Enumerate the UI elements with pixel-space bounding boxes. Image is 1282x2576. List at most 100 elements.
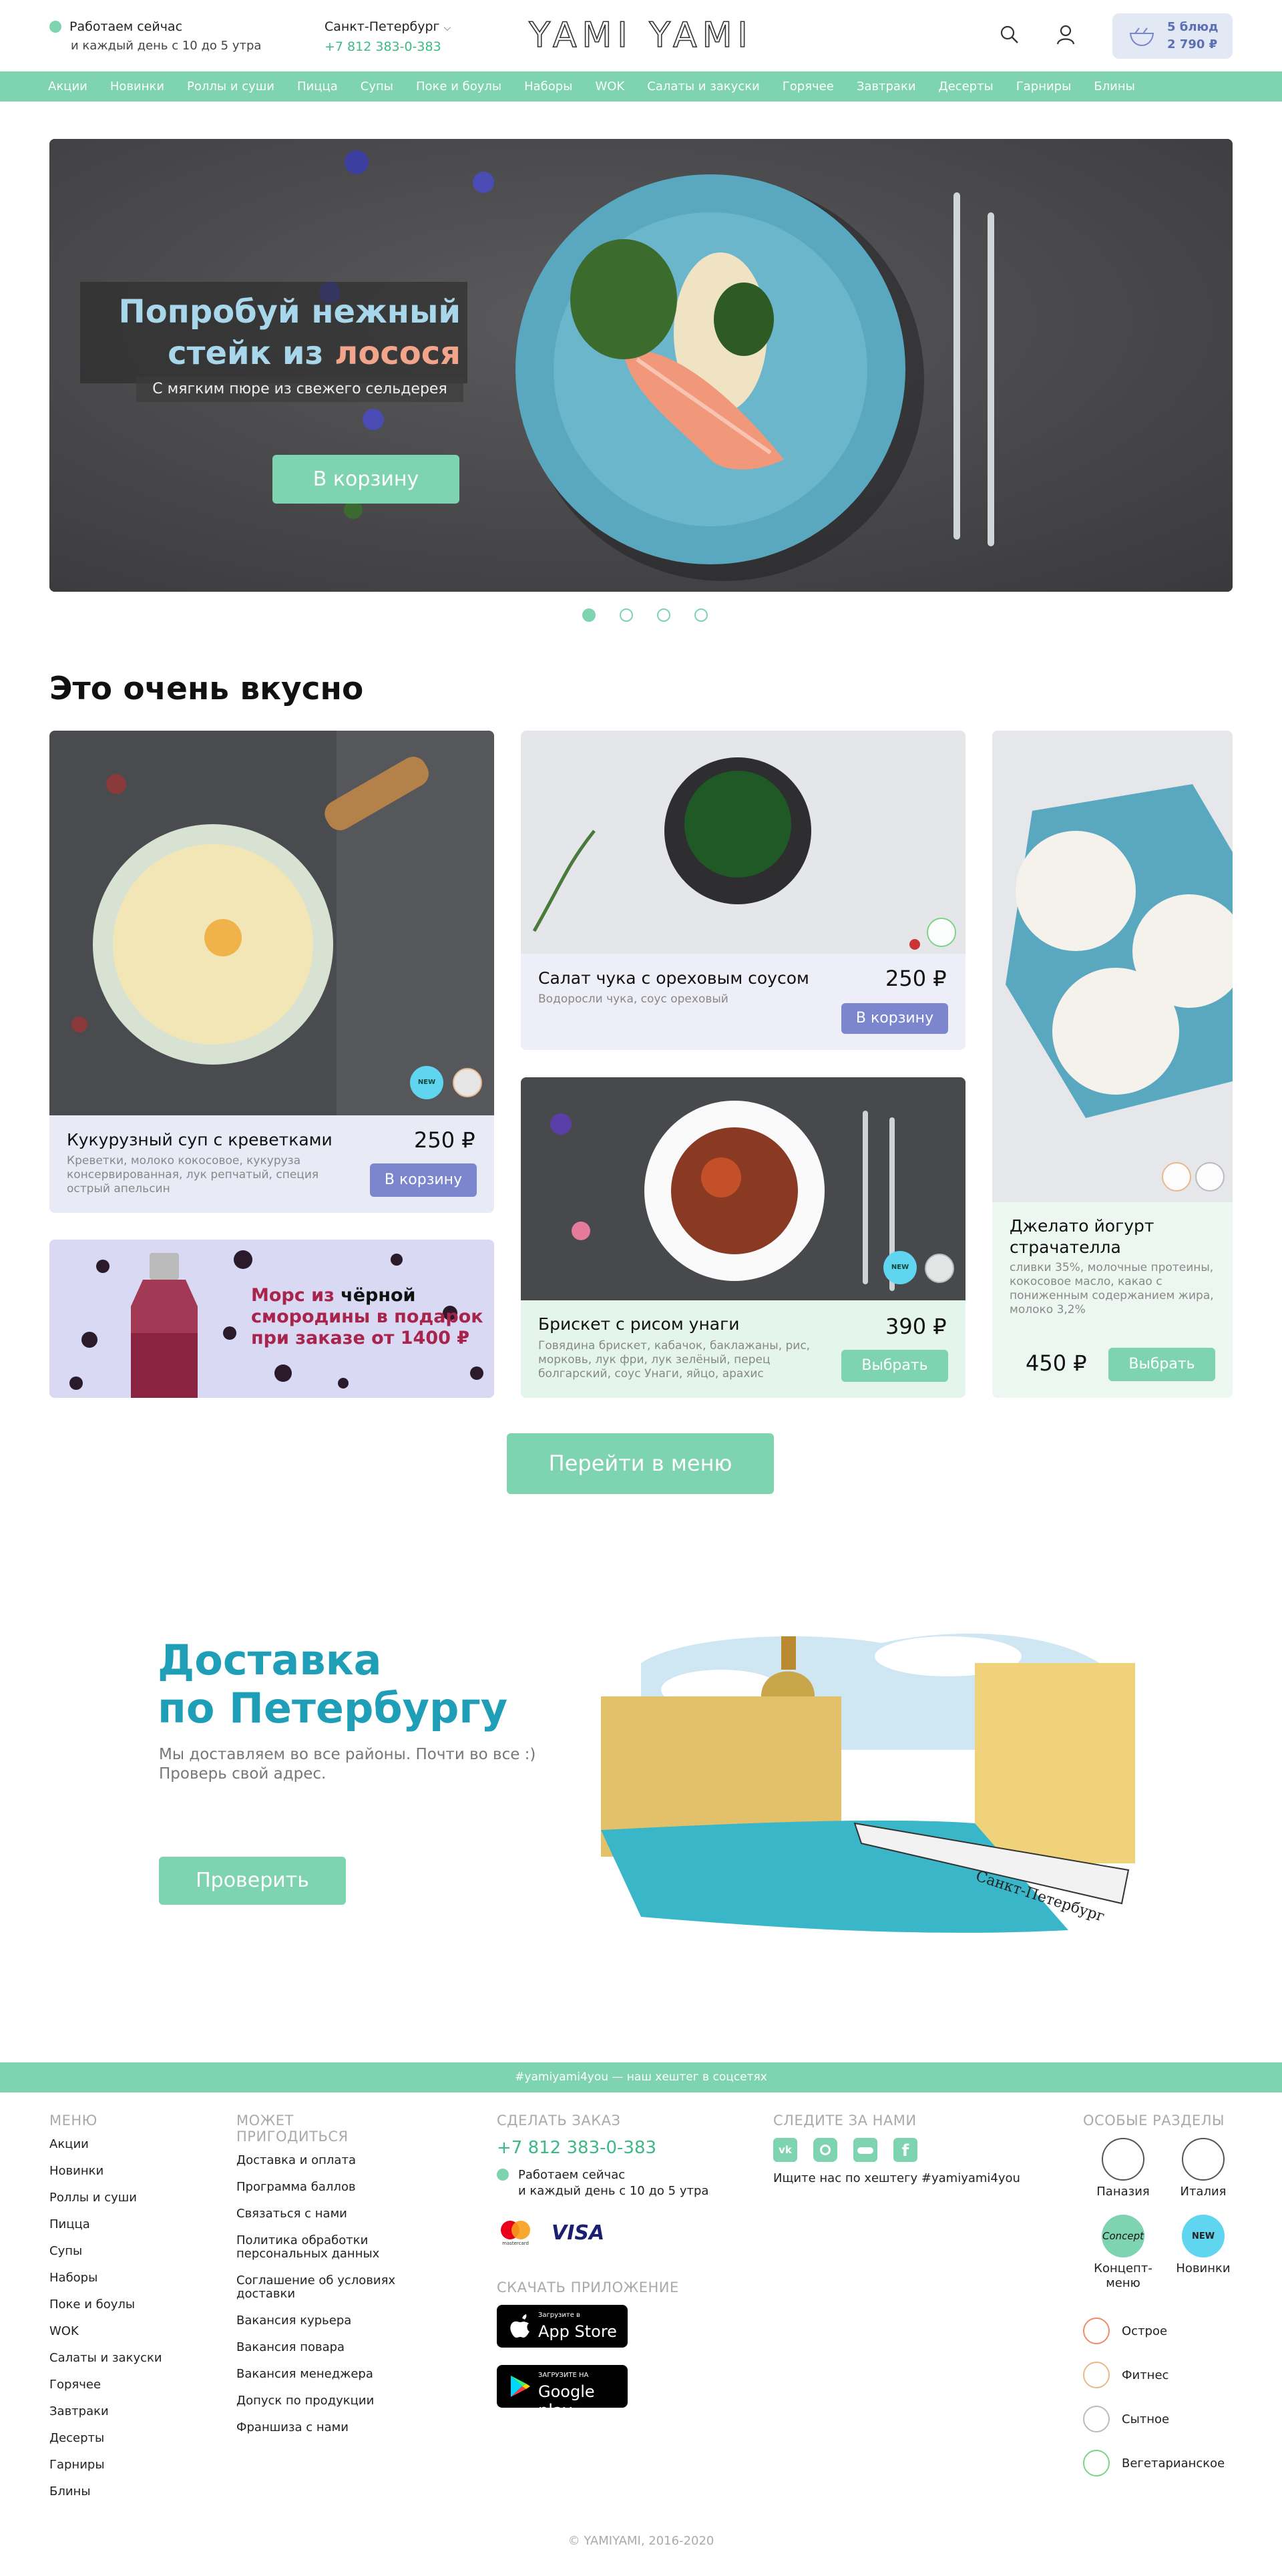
special-panasia[interactable]: Паназия xyxy=(1083,2138,1163,2199)
add-to-cart-button[interactable]: В корзину xyxy=(370,1163,477,1197)
select-button[interactable]: Выбрать xyxy=(1108,1348,1215,1381)
nav-item[interactable]: Акции xyxy=(48,79,87,94)
slider-dot[interactable] xyxy=(620,608,633,622)
search-icon[interactable] xyxy=(999,24,1020,48)
city-label[interactable]: Санкт-Петербург xyxy=(325,19,440,34)
product-name: Кукурузный суп с креветками xyxy=(67,1130,333,1149)
tower-icon xyxy=(1182,2138,1225,2181)
footer-link[interactable]: Допуск по продукции xyxy=(236,2394,403,2408)
product-name: Брискет с рисом унаги xyxy=(538,1314,740,1334)
header-phone[interactable]: +7 812 383-0-383 xyxy=(325,39,441,54)
nav-item[interactable]: Гарниры xyxy=(1016,79,1072,94)
nav-item[interactable]: Завтраки xyxy=(857,79,916,94)
delivery-title-line1: Доставка xyxy=(158,1636,382,1684)
nav-item[interactable]: Роллы и суши xyxy=(187,79,274,94)
footer-link[interactable]: Гарниры xyxy=(49,2458,162,2472)
footer-follow-col: СЛЕДИТЕ ЗА НАМИ vk f Ищите нас по хештег… xyxy=(773,2112,1027,2185)
vk-icon[interactable]: vk xyxy=(773,2138,797,2162)
footer-link[interactable]: Роллы и суши xyxy=(49,2191,162,2205)
footer-phone[interactable]: +7 812 383-0-383 xyxy=(497,2138,737,2158)
footer-link[interactable]: Пицца xyxy=(49,2218,162,2231)
nav-item[interactable]: Новинки xyxy=(110,79,164,94)
tag-label: Вегетарианское xyxy=(1122,2456,1225,2470)
slider-dot[interactable] xyxy=(582,608,596,622)
product-desc: Креветки, молоко кокосовое, кукуруза кон… xyxy=(67,1154,319,1195)
product-card-gelato[interactable]: Джелато йогурт страчателла сливки 35%, м… xyxy=(992,731,1233,1398)
footer-link[interactable]: Вакансия повара xyxy=(236,2341,403,2354)
footer-link[interactable]: Доставка и оплата xyxy=(236,2154,403,2167)
footer-link[interactable]: Горячее xyxy=(49,2378,162,2392)
appstore-button[interactable]: Загрузите в App Store xyxy=(497,2305,628,2348)
footer-link[interactable]: Новинки xyxy=(49,2165,162,2178)
tag-hearty[interactable]: Сытное xyxy=(1083,2406,1243,2432)
user-icon[interactable] xyxy=(1055,24,1076,48)
footer-link[interactable]: Акции xyxy=(49,2138,162,2151)
mastercard-label: mastercard xyxy=(502,2241,529,2246)
footer-link[interactable]: Поке и боулы xyxy=(49,2298,162,2312)
new-icon: NEW xyxy=(1182,2215,1225,2257)
cart-button[interactable]: 5 блюд 2 790 ₽ xyxy=(1112,13,1233,59)
hearty-icon xyxy=(925,1254,954,1283)
nav-item[interactable]: Горячее xyxy=(783,79,834,94)
footer-link[interactable]: Супы xyxy=(49,2245,162,2258)
add-to-cart-button[interactable]: В корзину xyxy=(841,1003,948,1034)
nav-item[interactable]: WOK xyxy=(595,79,624,94)
hero-banner: Попробуй нежный стейк из лосося С мягким… xyxy=(49,139,1233,592)
slider-dot[interactable] xyxy=(694,608,708,622)
footer-link[interactable]: Вакансия курьера xyxy=(236,2314,403,2328)
nav-item[interactable]: Поке и боулы xyxy=(416,79,501,94)
footer-link[interactable]: Блины xyxy=(49,2485,162,2499)
special-italy[interactable]: Италия xyxy=(1163,2138,1243,2199)
tag-spicy[interactable]: Острое xyxy=(1083,2318,1243,2344)
soundcloud-icon[interactable] xyxy=(853,2138,877,2162)
footer-link[interactable]: Десерты xyxy=(49,2432,162,2445)
nav-item[interactable]: Блины xyxy=(1094,79,1135,94)
facebook-icon[interactable]: f xyxy=(893,2138,917,2162)
promo-banner-mors[interactable]: Морс из чёрной смородины в подарок при з… xyxy=(49,1240,494,1398)
footer-link[interactable]: Франшиза с нами xyxy=(236,2421,403,2434)
footer-link[interactable]: Вакансия менеджера xyxy=(236,2368,403,2381)
go-to-menu-button[interactable]: Перейти в меню xyxy=(507,1433,774,1494)
footer-link[interactable]: Наборы xyxy=(49,2271,162,2285)
nav-item[interactable]: Десерты xyxy=(939,79,994,94)
nav-item[interactable]: Пицца xyxy=(297,79,338,94)
footer-link[interactable]: Программа баллов xyxy=(236,2181,403,2194)
footer-link[interactable]: Завтраки xyxy=(49,2405,162,2418)
product-card-salad[interactable]: Салат чука с ореховым соусом 250 ₽ Водор… xyxy=(521,731,966,1050)
footer-link[interactable]: WOK xyxy=(49,2325,162,2338)
site-header: Работаем сейчас и каждый день с 10 до 5 … xyxy=(0,0,1282,71)
city-selector[interactable]: Санкт-Петербург ⌵ +7 812 383-0-383 xyxy=(325,17,451,56)
chevron-down-icon[interactable]: ⌵ xyxy=(444,23,451,33)
delivery-text-line2: Проверь свой адрес. xyxy=(159,1765,327,1783)
work-status: Работаем сейчас и каждый день с 10 до 5 … xyxy=(49,17,261,55)
tag-label: Фитнес xyxy=(1122,2368,1169,2382)
nav-item[interactable]: Наборы xyxy=(524,79,572,94)
googleplay-button[interactable]: ЗАГРУЗИТЕ НА Google play xyxy=(497,2365,628,2420)
nav-item[interactable]: Супы xyxy=(361,79,393,94)
tag-fitness[interactable]: Фитнес xyxy=(1083,2362,1243,2388)
category-nav: Акции Новинки Роллы и суши Пицца Супы Поке и … xyxy=(0,71,1282,102)
special-new[interactable]: NEW Новинки xyxy=(1163,2215,1243,2291)
special-concept[interactable]: Concept Концепт-меню xyxy=(1083,2215,1163,2291)
footer-link[interactable]: Соглашение об условиях доставки xyxy=(236,2274,403,2301)
slider-dot[interactable] xyxy=(657,608,670,622)
footer-link[interactable]: Политика обработки персональных данных xyxy=(236,2234,403,2261)
product-card-soup[interactable]: NEW Кукурузный суп с креветками 250 ₽ Кр… xyxy=(49,731,494,1213)
footer-link[interactable]: Салаты и закуски xyxy=(49,2352,162,2365)
special-label: Италия xyxy=(1180,2185,1227,2199)
nav-item[interactable]: Салаты и закуски xyxy=(647,79,760,94)
fitness-icon xyxy=(453,1068,482,1097)
apple-icon xyxy=(510,2314,529,2338)
site-logo[interactable]: YAMI YAMI xyxy=(507,15,775,56)
check-address-button[interactable]: Проверить xyxy=(159,1857,346,1905)
product-card-brisket[interactable]: NEW Брискет с рисом унаги 390 ₽ Говядина… xyxy=(521,1077,966,1398)
instagram-icon[interactable] xyxy=(813,2138,837,2162)
promo-line1: Морс из xyxy=(251,1285,341,1306)
tag-vegetarian[interactable]: Вегетарианское xyxy=(1083,2450,1243,2476)
delivery-title-line2: по Петербургу xyxy=(158,1684,508,1732)
hero-add-to-cart-button[interactable]: В корзину xyxy=(272,455,459,504)
select-button[interactable]: Выбрать xyxy=(841,1350,948,1382)
appstore-big: App Store xyxy=(538,2322,617,2341)
footer-link[interactable]: Связаться с нами xyxy=(236,2207,403,2221)
googleplay-big: Google play xyxy=(538,2382,595,2420)
